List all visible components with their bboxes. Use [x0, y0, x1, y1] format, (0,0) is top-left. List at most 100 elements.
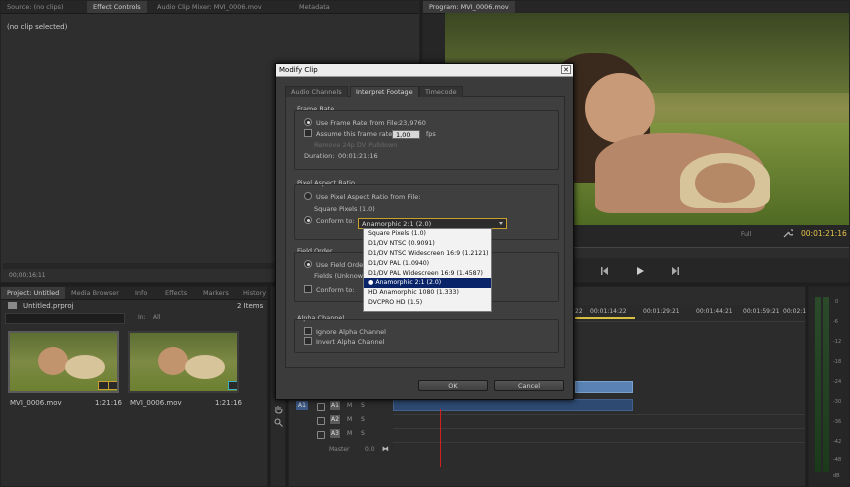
tab-effects[interactable]: Effects [159, 287, 193, 299]
tab-markers[interactable]: Markers [197, 287, 235, 299]
field-order-conform-checkbox[interactable] [304, 285, 312, 293]
step-back-icon[interactable] [601, 267, 609, 275]
ok-button[interactable]: OK [418, 380, 488, 391]
use-frame-rate-from-file-label: Use Frame Rate from File: [316, 119, 400, 127]
hand-tool-icon[interactable] [274, 405, 283, 414]
meter-tick: 0 [835, 299, 839, 305]
zoom-tool-icon[interactable] [274, 418, 283, 427]
clip-duration: 1:21:16 [95, 399, 122, 407]
tab-audio-channels[interactable]: Audio Channels [285, 86, 348, 97]
ignore-alpha-option[interactable]: Ignore Alpha Channel [304, 327, 386, 337]
par-option-label: Anamorphic 2:1 (2.0) [375, 279, 442, 287]
master-value[interactable]: 0.0 [365, 446, 375, 453]
track-divider [393, 414, 805, 415]
assume-frame-rate-checkbox[interactable] [304, 129, 312, 137]
master-go-to-icon[interactable]: ⧓ [382, 445, 389, 453]
source-patch-a1[interactable]: A1 [295, 400, 309, 411]
ignore-alpha-checkbox[interactable] [304, 327, 312, 335]
par-option[interactable]: D1/DV PAL (1.0940) [364, 259, 491, 269]
close-icon[interactable]: ✕ [561, 65, 571, 74]
video-clip[interactable] [575, 381, 633, 393]
no-clip-label: (no clip selected) [7, 23, 68, 31]
step-forward-icon[interactable] [671, 267, 679, 275]
mute-button[interactable]: M [347, 416, 352, 423]
audio-meter-panel: 0 -6 -12 -18 -24 -30 -36 -42 -48 dB [808, 286, 850, 487]
par-option[interactable]: D1/DV NTSC Widescreen 16:9 (1.2121) [364, 249, 491, 259]
search-input[interactable] [5, 313, 125, 324]
track-divider [393, 428, 805, 429]
lock-icon[interactable] [317, 431, 325, 439]
radio-selected-icon[interactable] [304, 118, 312, 126]
par-option[interactable]: D1/DV PAL Widescreen 16:9 (1.4587) [364, 269, 491, 279]
mute-button[interactable]: M [347, 402, 352, 409]
solo-button[interactable]: S [361, 402, 365, 409]
tab-project[interactable]: Project: Untitled [1, 287, 66, 299]
program-fit[interactable]: Full [741, 231, 751, 238]
tab-effect-controls[interactable]: Effect Controls [87, 1, 147, 13]
par-option-selected[interactable]: ● Anamorphic 2:1 (2.0) [364, 278, 491, 289]
file-frame-rate: 23,9760 [399, 119, 426, 127]
tab-metadata[interactable]: Metadata [293, 1, 336, 13]
ignore-alpha-label: Ignore Alpha Channel [316, 328, 386, 336]
wrench-icon[interactable] [783, 228, 795, 238]
audio-meter-left [815, 297, 821, 472]
invert-alpha-checkbox[interactable] [304, 337, 312, 345]
solo-button[interactable]: S [361, 416, 365, 423]
par-conform-label: Conform to: [316, 217, 355, 225]
playhead[interactable] [440, 409, 441, 467]
tab-audio-clip-mixer[interactable]: Audio Clip Mixer: MVI_0006.mov [151, 1, 268, 13]
radio-selected-icon[interactable] [304, 216, 312, 224]
video-badge-icon [228, 381, 237, 390]
play-icon[interactable] [636, 267, 644, 275]
dropdown-arrow-icon [499, 222, 503, 225]
cancel-button[interactable]: Cancel [494, 380, 564, 391]
tab-source[interactable]: Source: (no clips) [1, 1, 70, 13]
clip-thumbnail[interactable] [8, 331, 119, 393]
invert-alpha-label: Invert Alpha Channel [316, 338, 385, 346]
par-option[interactable]: Square Pixels (1.0) [364, 229, 491, 239]
project-panel: Project: Untitled Media Browser Info Eff… [0, 286, 268, 487]
mute-button[interactable]: M [347, 430, 352, 437]
track-label-a2[interactable]: A2 [329, 414, 341, 425]
tab-info[interactable]: Info [129, 287, 153, 299]
field-order-file-value: Fields (Unknown) [314, 272, 370, 280]
par-option[interactable]: HD Anamorphic 1080 (1.333) [364, 288, 491, 298]
tab-program[interactable]: Program: MVI_0006.mov [423, 1, 515, 13]
clip-thumbnail[interactable] [128, 331, 239, 393]
assume-frame-rate-option[interactable]: Assume this frame rate: [304, 129, 394, 139]
meter-tick: -42 [833, 439, 842, 445]
tab-timecode[interactable]: Timecode [419, 86, 463, 97]
par-conform-option[interactable]: Conform to: [304, 216, 355, 226]
lock-icon[interactable] [317, 417, 325, 425]
search-scope[interactable]: All [153, 314, 160, 321]
audio-badge-icon [108, 381, 117, 390]
project-tabbar: Project: Untitled Media Browser Info Eff… [1, 287, 267, 300]
audio-clip[interactable] [393, 399, 633, 411]
lock-icon[interactable] [317, 403, 325, 411]
track-label-a3[interactable]: A3 [329, 428, 341, 439]
program-scrub-bar[interactable] [573, 247, 849, 258]
par-option[interactable]: DVCPRO HD (1.5) [364, 298, 491, 308]
radio-selected-icon[interactable] [304, 260, 312, 268]
field-order-conform-option[interactable]: Conform to: [304, 285, 355, 295]
work-area-bar[interactable] [575, 317, 635, 319]
tab-history[interactable]: History [237, 287, 272, 299]
tab-media-browser[interactable]: Media Browser [65, 287, 125, 299]
meter-tick: -6 [833, 319, 838, 325]
radio-icon[interactable] [304, 192, 312, 200]
track-label-a1[interactable]: A1 [329, 400, 341, 411]
meter-tick: -12 [833, 339, 842, 345]
source-tabbar: Source: (no clips) Effect Controls Audio… [1, 1, 419, 14]
invert-alpha-option[interactable]: Invert Alpha Channel [304, 337, 385, 347]
use-frame-rate-from-file-option[interactable]: Use Frame Rate from File: [304, 118, 400, 128]
project-folder-icon [8, 302, 17, 309]
meter-tick: -36 [833, 419, 842, 425]
track-divider [393, 442, 805, 443]
par-option[interactable]: D1/DV NTSC (0.9091) [364, 239, 491, 249]
tab-interpret-footage[interactable]: Interpret Footage [350, 86, 419, 97]
assume-frame-rate-input[interactable]: 1,00 [392, 130, 420, 139]
solo-button[interactable]: S [361, 430, 365, 437]
use-par-from-file-option[interactable]: Use Pixel Aspect Ratio from File: [304, 192, 420, 202]
meter-tick: -18 [833, 359, 842, 365]
ruler-label: 22 [575, 308, 583, 315]
